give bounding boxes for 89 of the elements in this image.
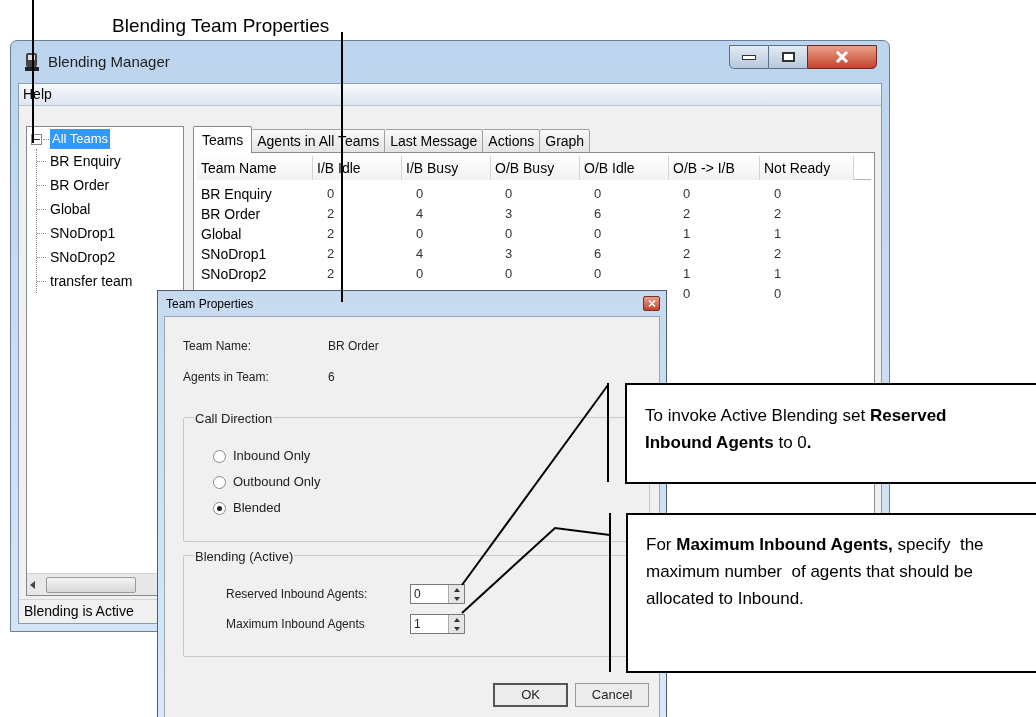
column-header[interactable]: Not Ready — [760, 156, 854, 180]
tab[interactable]: Teams — [193, 126, 253, 153]
dialog-button[interactable]: Cancel — [575, 683, 649, 707]
number-field[interactable]: 1 — [410, 614, 465, 634]
column-header[interactable]: O/B Busy — [491, 156, 580, 180]
field-label: Reserved Inbound Agents: — [226, 586, 369, 603]
minimize-button[interactable] — [729, 45, 769, 69]
field-label: Agents in Team: — [183, 369, 270, 386]
table-cell-text: 2 — [682, 245, 691, 264]
dialog-button[interactable]: OK — [493, 683, 569, 707]
caption-text: Blending Team Properties — [112, 14, 330, 38]
radio-label[interactable]: Outbound Only — [233, 472, 321, 492]
status-text: Blending is Active — [24, 602, 134, 621]
close-button[interactable] — [807, 45, 877, 69]
radio-button[interactable] — [213, 449, 226, 463]
table-cell-text: 3 — [504, 245, 513, 264]
table-cell-text: 0 — [326, 185, 335, 204]
dialog-title: Team Properties — [166, 295, 254, 313]
tree-item[interactable]: SNoDrop1 — [49, 222, 117, 244]
table-cell-text: 1 — [682, 265, 691, 284]
table-cell-text: 2 — [326, 225, 335, 244]
table-cell-text: BR Enquiry — [200, 184, 272, 204]
radio-button[interactable] — [213, 501, 226, 515]
number-field[interactable]: 0 — [410, 584, 465, 604]
column-header[interactable]: I/B Busy — [402, 156, 491, 180]
column-header[interactable]: O/B -> I/B — [669, 156, 760, 180]
table-cell-text: 4 — [415, 245, 424, 264]
tab[interactable]: Last Message — [385, 129, 484, 153]
table-cell-text: 0 — [504, 185, 513, 204]
close-icon — [647, 300, 656, 307]
callout-text: For Maximum Inbound Agents, specify the maximum number of agents that should be allocated to Inbound. — [646, 534, 985, 610]
table-cell-text: 0 — [682, 185, 691, 204]
table-cell-text: 0 — [773, 285, 782, 304]
table-cell-text: 2 — [326, 245, 335, 264]
radio-label[interactable]: Inbound Only — [233, 446, 311, 466]
scrollbar-thumb[interactable] — [46, 576, 136, 593]
table-cell-text: 0 — [504, 225, 513, 244]
table-cell-text: Global — [200, 224, 242, 244]
table-cell-text: 0 — [415, 185, 424, 204]
table-cell-text: 0 — [593, 265, 602, 284]
field-value: 6 — [328, 369, 335, 386]
table-cell-text: 4 — [415, 205, 424, 224]
table-cell-text: 2 — [326, 205, 335, 224]
field-label: Team Name: — [183, 338, 253, 355]
table-cell-text: SNoDrop2 — [200, 264, 267, 284]
field-value: BR Order — [328, 338, 379, 355]
table-cell-text: 0 — [415, 265, 424, 284]
maximize-icon — [781, 52, 795, 62]
table-cell-text: 1 — [682, 225, 691, 244]
collapse-icon[interactable] — [31, 133, 42, 145]
table-cell-text: 0 — [593, 185, 602, 204]
minimize-icon — [742, 54, 756, 60]
close-button[interactable] — [643, 296, 660, 311]
radio-label[interactable]: Blended — [233, 498, 281, 518]
table-cell-text: 2 — [773, 205, 782, 224]
spin-buttons-icon — [448, 615, 464, 633]
table-cell-text: 0 — [682, 285, 691, 304]
table-cell-text: 3 — [504, 205, 513, 224]
column-header[interactable]: Team Name — [197, 156, 313, 180]
app-icon — [24, 52, 40, 72]
close-icon — [835, 51, 849, 63]
column-header[interactable]: O/B Idle — [580, 156, 669, 180]
table-cell-text: 1 — [773, 265, 782, 284]
tree-item[interactable]: SNoDrop2 — [49, 246, 117, 268]
table-cell-text: 0 — [593, 225, 602, 244]
maximize-button[interactable] — [769, 45, 807, 69]
tree-item[interactable]: Global — [49, 198, 92, 220]
table-cell-text: 6 — [593, 245, 602, 264]
field-label: Maximum Inbound Agents — [226, 616, 366, 633]
spin-buttons-icon — [448, 585, 464, 603]
tab[interactable]: Graph — [540, 129, 591, 153]
callout-text: To invoke Active Blending set Reserved Inbound Agents to 0. — [645, 405, 948, 454]
table-cell-text: SNoDrop1 — [200, 244, 267, 264]
table-cell-text: 2 — [773, 245, 782, 264]
table-cell-text: BR Order — [200, 204, 261, 224]
table-cell-text: 1 — [773, 225, 782, 244]
table-cell-text: 2 — [326, 265, 335, 284]
tab[interactable]: Actions — [483, 129, 541, 153]
scroll-left-icon — [30, 580, 36, 589]
table-cell-text: 6 — [593, 205, 602, 224]
table-cell-text: 0 — [504, 265, 513, 284]
table-cell-text: 0 — [773, 185, 782, 204]
table-cell-text: 0 — [415, 225, 424, 244]
table-cell-text: 2 — [682, 205, 691, 224]
radio-button[interactable] — [213, 475, 226, 489]
tree-item[interactable]: BR Enquiry — [49, 150, 122, 172]
tree-item[interactable]: transfer team — [49, 270, 134, 292]
window-title: Blending Manager — [48, 51, 170, 72]
tree-item[interactable]: BR Order — [49, 174, 111, 196]
